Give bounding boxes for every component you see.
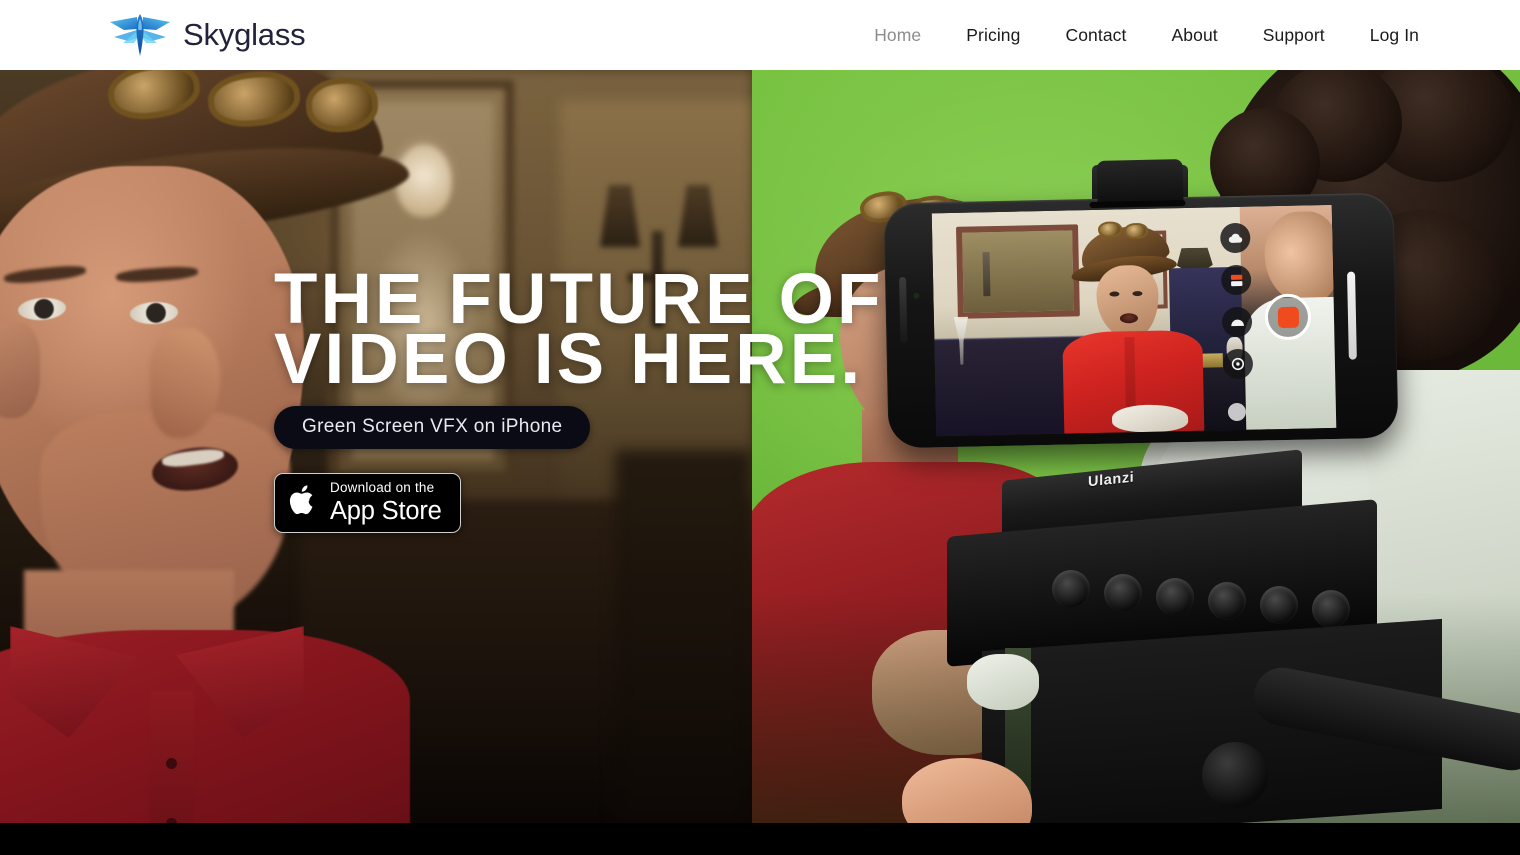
- settings-icon[interactable]: [1222, 348, 1254, 380]
- rig-adjustment-knob: [1202, 742, 1268, 808]
- page-title: THE FUTURE OF VIDEO IS HERE.: [274, 260, 884, 399]
- brand-name: Skyglass: [183, 17, 306, 52]
- preview-actor-hands: [1111, 404, 1189, 433]
- nav-item-support[interactable]: Support: [1263, 25, 1325, 46]
- rig-mounting-hole: [1156, 578, 1194, 616]
- rig-mounting-hole: [1104, 574, 1142, 612]
- phone-flash-highlight: [1347, 271, 1357, 360]
- hero-tagline-pill: Green Screen VFX on iPhone: [274, 406, 591, 449]
- nav-item-contact[interactable]: Contact: [1065, 25, 1126, 46]
- rig-mounting-hole: [1208, 582, 1246, 620]
- preview-wall-frame: [955, 224, 1080, 319]
- preview-candle-sconce: [982, 252, 991, 297]
- rig-mounting-hole: [1260, 586, 1298, 624]
- main-nav: Home Pricing Contact About Support Log I…: [874, 25, 1419, 46]
- phone-side-button[interactable]: [899, 276, 908, 344]
- hero-section: Ulanzi THE FUTURE OF VIDEO IS HERE. Gree…: [0, 70, 1520, 823]
- phone-speaker: [1089, 200, 1186, 209]
- dragonfly-logo-icon: [104, 13, 176, 57]
- brand-logo-link[interactable]: Skyglass: [104, 13, 306, 57]
- preview-goggle-lens: [1123, 222, 1149, 240]
- phone-screen-preview: [931, 204, 1337, 437]
- nav-item-pricing[interactable]: Pricing: [966, 25, 1020, 46]
- apple-logo-icon: [289, 482, 330, 523]
- nav-item-about[interactable]: About: [1172, 25, 1218, 46]
- iphone-device: [883, 159, 1399, 449]
- mask-icon[interactable]: [1221, 306, 1253, 338]
- shirt-placket: [150, 690, 194, 823]
- nav-item-home[interactable]: Home: [874, 25, 921, 46]
- scene-layers-icon[interactable]: [1220, 264, 1252, 296]
- app-store-download-button[interactable]: Download on the App Store: [274, 473, 461, 533]
- preview-goggle-lens: [1097, 221, 1123, 238]
- cloud-icon[interactable]: [1219, 222, 1251, 254]
- shirt-button: [166, 758, 177, 769]
- rig-mounting-hole: [1312, 590, 1350, 628]
- record-indicator: [1277, 306, 1299, 328]
- phone-front-camera-icon: [913, 292, 920, 299]
- site-header: Skyglass Home Pricing Contact About Supp…: [0, 0, 1520, 70]
- app-store-large-label: App Store: [330, 496, 442, 525]
- camera-controls-column: [1218, 222, 1255, 380]
- page-root: Skyglass Home Pricing Contact About Supp…: [0, 0, 1520, 855]
- page-bottom-band: [0, 823, 1520, 855]
- app-store-small-label: Download on the: [330, 480, 435, 495]
- hero-copy-block: THE FUTURE OF VIDEO IS HERE. Green Scree…: [274, 260, 884, 533]
- nav-item-login[interactable]: Log In: [1370, 25, 1419, 46]
- operator-hand-upper: [967, 654, 1039, 710]
- rig-mounting-hole: [1052, 570, 1090, 608]
